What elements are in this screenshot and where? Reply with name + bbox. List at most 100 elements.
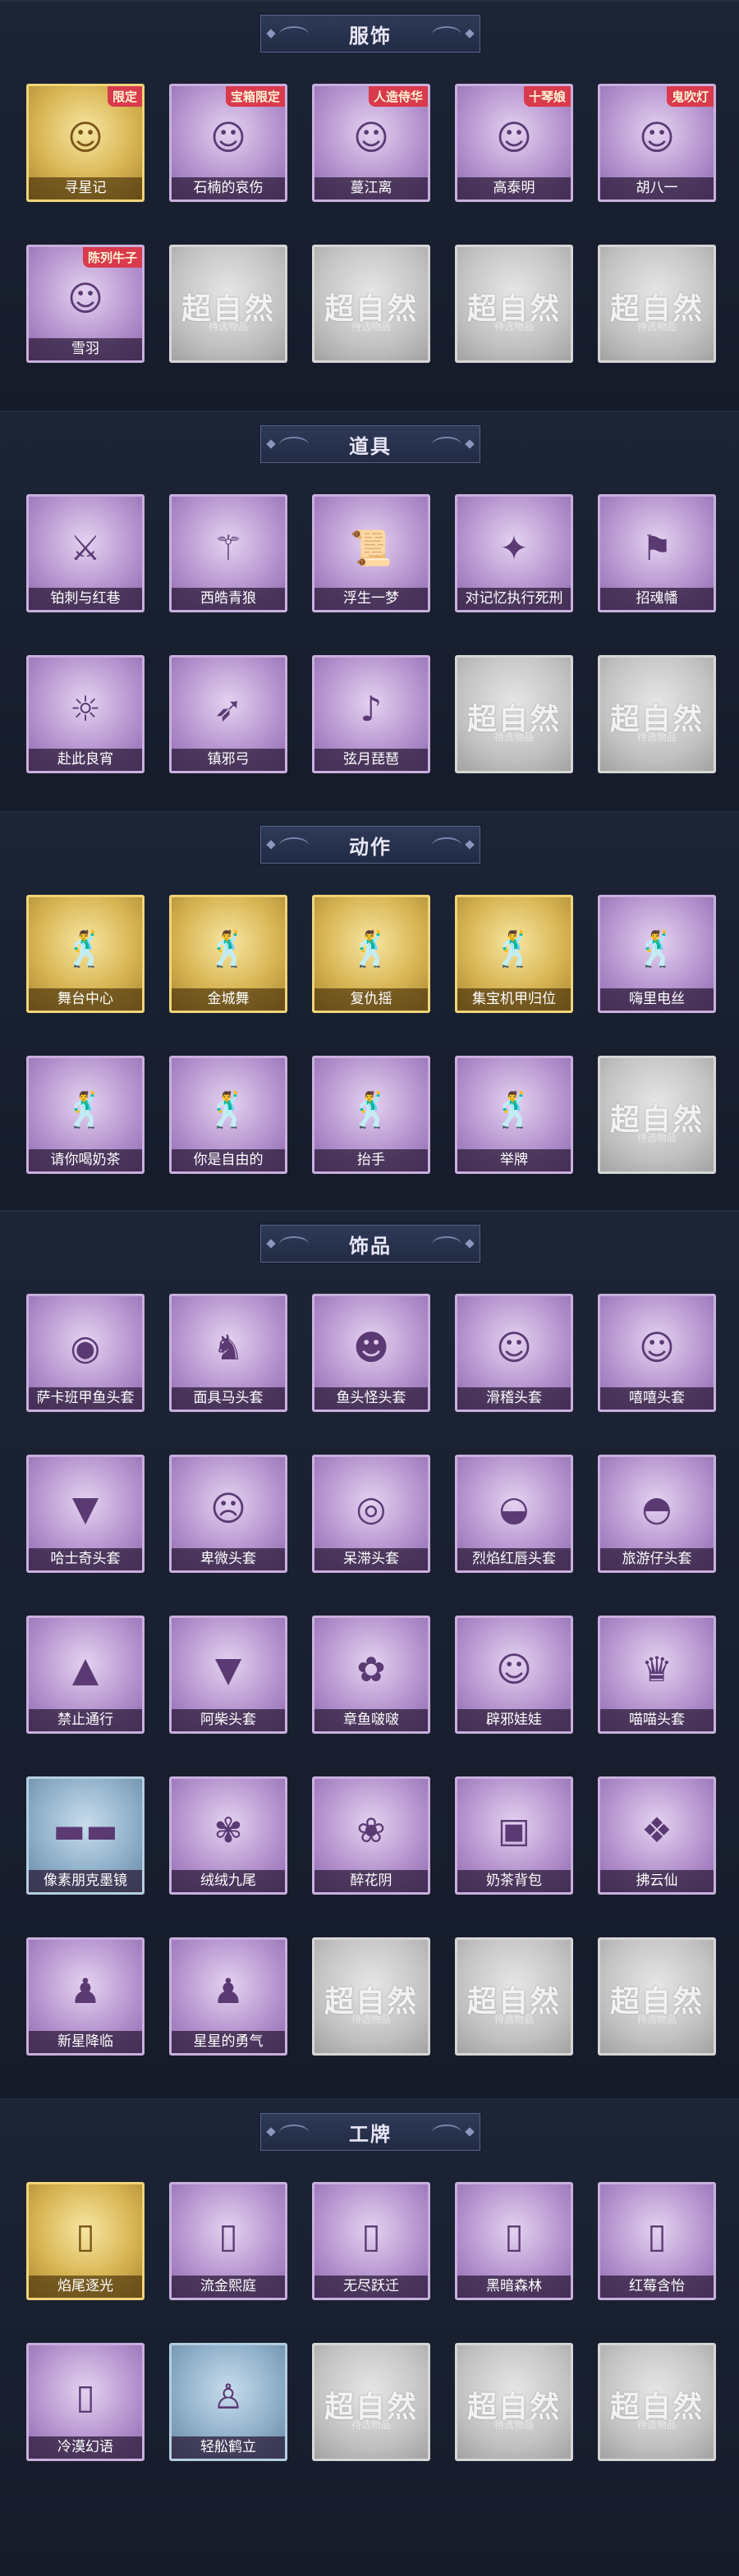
- item-card[interactable]: ▼ 哈士奇头套: [26, 1455, 145, 1573]
- item-card[interactable]: ☺ 嘻嘻头套: [598, 1294, 716, 1412]
- item-card[interactable]: ❀ 醉花阴: [312, 1776, 430, 1895]
- item-card[interactable]: ✿ 章鱼啵啵: [312, 1616, 430, 1734]
- item-card[interactable]: ☺ 陈列牛子 雪羽: [26, 245, 145, 363]
- empty-item-slot[interactable]: 超自然 待选物品: [598, 655, 716, 773]
- item-card[interactable]: ☺ 辟邪娃娃: [455, 1616, 573, 1734]
- empty-item-slot[interactable]: 超自然 待选物品: [598, 245, 716, 363]
- empty-item-slot[interactable]: 超自然 待选物品: [455, 245, 573, 363]
- section-title: 工牌: [349, 2122, 392, 2146]
- pose-figure-icon: 🕺: [492, 928, 536, 969]
- item-card[interactable]: ♪ 弦月琵琶: [312, 655, 430, 773]
- item-card[interactable]: 🕺 集宝机甲归位: [455, 895, 573, 1013]
- item-name: 绒绒九尾: [172, 1870, 285, 1892]
- item-card[interactable]: ▯ 黑暗森林: [455, 2182, 573, 2300]
- header-ornament-dot: [266, 1239, 276, 1249]
- item-card[interactable]: 🕺 举牌: [455, 1056, 573, 1174]
- item-card[interactable]: ▯ 流金熙庭: [169, 2182, 287, 2300]
- item-card[interactable]: ⚚ 西皓青狼: [169, 494, 287, 612]
- item-card[interactable]: ☺ 限定 寻星记: [26, 84, 145, 202]
- item-card[interactable]: 🕺 舞台中心: [26, 895, 145, 1013]
- item-card[interactable]: 🕺 请你喝奶茶: [26, 1056, 145, 1174]
- item-card[interactable]: ☺ 十琴娘 高泰明: [455, 84, 573, 202]
- item-card[interactable]: ☺ 鬼吹灯 胡八一: [598, 84, 716, 202]
- empty-item-slot[interactable]: 超自然 待选物品: [312, 1937, 430, 2056]
- empty-item-slot[interactable]: 超自然 待选物品: [169, 245, 287, 363]
- item-card[interactable]: ▲ 禁止通行: [26, 1616, 145, 1734]
- empty-item-slot[interactable]: 超自然 待选物品: [312, 245, 430, 363]
- item-card[interactable]: ♛ 喵喵头套: [598, 1616, 716, 1734]
- pose-figure-icon: 🕺: [635, 928, 679, 969]
- item-card[interactable]: ☺ 宝箱限定 石楠的哀伤: [169, 84, 287, 202]
- item-name: 嗨里电丝: [600, 988, 714, 1011]
- header-ornament: [279, 1236, 309, 1253]
- lantern-icon: ☼: [70, 689, 101, 730]
- item-card[interactable]: ⚔ 铂刺与红巷: [26, 494, 145, 612]
- item-card[interactable]: ☻ 鱼头怪头套: [312, 1294, 430, 1412]
- placeholder-subtitle: 待选物品: [493, 2419, 534, 2431]
- item-name: 卑微头套: [172, 1548, 285, 1570]
- fish-monster-head-icon: ☻: [353, 1327, 389, 1368]
- hair-ornament-icon: ❀: [356, 1810, 386, 1851]
- item-card[interactable]: 🕺 嗨里电丝: [598, 895, 716, 1013]
- item-card[interactable]: ☹ 卑微头套: [169, 1455, 287, 1573]
- item-card[interactable]: ➶ 镇邪弓: [169, 655, 287, 773]
- empty-item-slot[interactable]: 超自然 待选物品: [455, 655, 573, 773]
- section-header: 动作: [260, 826, 480, 864]
- item-name: 哈士奇头套: [29, 1548, 142, 1570]
- item-name: 寻星记: [29, 177, 142, 199]
- item-card[interactable]: 🕺 你是自由的: [169, 1056, 287, 1174]
- item-card[interactable]: ☺ 滑稽头套: [455, 1294, 573, 1412]
- item-card[interactable]: ▯ 焰尾逐光: [26, 2182, 145, 2300]
- item-card[interactable]: ▣ 奶茶背包: [455, 1776, 573, 1895]
- item-card[interactable]: 🕺 抬手: [312, 1056, 430, 1174]
- item-card[interactable]: ☺ 人造侍华 蔓江离: [312, 84, 430, 202]
- header-ornament: [279, 437, 309, 453]
- item-card[interactable]: ▯ 无尽跃迁: [312, 2182, 430, 2300]
- item-name: 弦月琵琶: [314, 749, 428, 771]
- item-card[interactable]: ◎ 呆滞头套: [312, 1455, 430, 1573]
- empty-item-slot[interactable]: 超自然 待选物品: [455, 1937, 573, 2056]
- item-name: 流金熙庭: [172, 2276, 285, 2298]
- badge-frame-icon: ▯: [76, 2377, 95, 2418]
- item-card[interactable]: ▬▬ 像素朋克墨镜: [26, 1776, 145, 1895]
- empty-item-slot[interactable]: 超自然 待选物品: [312, 2343, 430, 2461]
- empty-item-slot[interactable]: 超自然 待选物品: [598, 1937, 716, 2056]
- item-card[interactable]: ✾ 绒绒九尾: [169, 1776, 287, 1895]
- item-card[interactable]: ◉ 萨卡班甲鱼头套: [26, 1294, 145, 1412]
- item-card[interactable]: ▼ 阿柴头套: [169, 1616, 287, 1734]
- item-name: 面具马头套: [172, 1387, 285, 1409]
- header-ornament: [432, 26, 461, 43]
- empty-item-slot[interactable]: 超自然 待选物品: [598, 2343, 716, 2461]
- item-card[interactable]: ♟ 新星降临: [26, 1937, 145, 2056]
- item-name: 奶茶背包: [457, 1870, 571, 1892]
- item-card[interactable]: ♞ 面具马头套: [169, 1294, 287, 1412]
- item-card[interactable]: ▯ 红莓含怡: [598, 2182, 716, 2300]
- item-card[interactable]: ⚑ 招魂幡: [598, 494, 716, 612]
- limited-badge: 十琴娘: [523, 86, 571, 107]
- item-card[interactable]: ❖ 拂云仙: [598, 1776, 716, 1895]
- empty-item-slot[interactable]: 超自然 待选物品: [598, 1056, 716, 1174]
- item-card[interactable]: ♟ 星星的勇气: [169, 1937, 287, 2056]
- item-card[interactable]: 📜 浮生一梦: [312, 494, 430, 612]
- item-card[interactable]: ♙ 轻舩鹤立: [169, 2343, 287, 2461]
- item-name: 金城舞: [172, 988, 285, 1011]
- item-name: 蔓江离: [314, 177, 428, 199]
- gun-icon: ✦: [499, 528, 529, 569]
- item-card[interactable]: ◒ 烈焰红唇头套: [455, 1455, 573, 1573]
- item-card[interactable]: ☼ 赴此良宵: [26, 655, 145, 773]
- item-card[interactable]: ▯ 冷漠幻语: [26, 2343, 145, 2461]
- badge-frame-icon: ▯: [361, 2216, 381, 2257]
- item-name: 旅游仔头套: [600, 1548, 714, 1570]
- humble-face-icon: ☹: [210, 1488, 246, 1529]
- item-card[interactable]: ✦ 对记忆执行死刑: [455, 494, 573, 612]
- empty-item-slot[interactable]: 超自然 待选物品: [455, 2343, 573, 2461]
- item-name: 抬手: [314, 1149, 428, 1171]
- item-name: 星星的勇气: [172, 2031, 285, 2053]
- item-card[interactable]: 🕺 复仇摇: [312, 895, 430, 1013]
- item-card[interactable]: ◓ 旅游仔头套: [598, 1455, 716, 1573]
- item-name: 嘻嘻头套: [600, 1387, 714, 1409]
- item-name: 鱼头怪头套: [314, 1387, 428, 1409]
- item-name: 像素朋克墨镜: [29, 1870, 142, 1892]
- limited-badge: 鬼吹灯: [666, 86, 714, 107]
- item-card[interactable]: 🕺 金城舞: [169, 895, 287, 1013]
